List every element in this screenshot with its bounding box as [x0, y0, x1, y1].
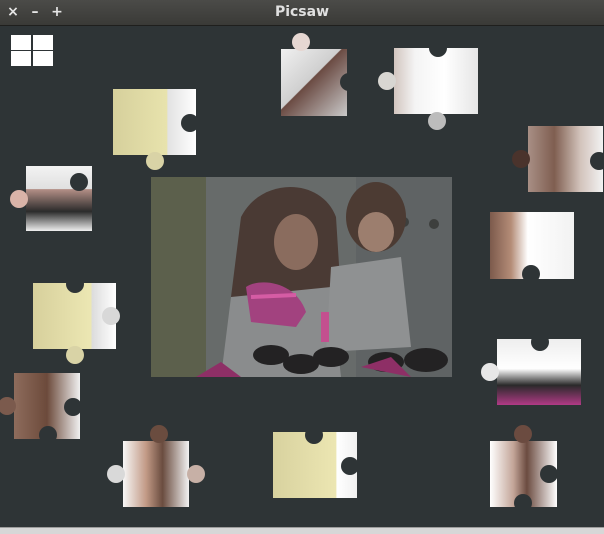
puzzle-piece-socket — [66, 275, 84, 293]
puzzle-piece-image — [123, 441, 189, 507]
puzzle-piece-tab — [66, 346, 84, 364]
puzzle-piece[interactable] — [33, 275, 120, 364]
puzzle-piece[interactable] — [10, 166, 92, 231]
puzzle-piece-socket — [429, 39, 447, 57]
puzzle-piece-socket — [181, 114, 199, 132]
puzzle-piece-socket — [540, 465, 558, 483]
puzzle-piece-tab — [481, 363, 499, 381]
puzzle-piece-tab — [10, 190, 28, 208]
board-image — [151, 177, 452, 377]
puzzle-piece[interactable] — [107, 425, 205, 507]
puzzle-piece-socket — [340, 73, 358, 91]
puzzle-piece-socket — [522, 265, 540, 283]
puzzle-piece-socket — [531, 333, 549, 351]
puzzle-piece-tab — [378, 72, 396, 90]
puzzle-piece-socket — [70, 173, 88, 191]
puzzle-piece-tab — [428, 112, 446, 130]
grid-icon[interactable] — [11, 35, 53, 66]
puzzle-piece-socket — [305, 426, 323, 444]
puzzle-piece[interactable] — [490, 212, 574, 283]
puzzle-piece[interactable] — [281, 33, 358, 116]
puzzle-piece-tab — [146, 152, 164, 170]
puzzle-piece-image — [281, 49, 347, 116]
puzzle-piece-socket — [514, 494, 532, 512]
puzzle-piece-tab — [292, 33, 310, 51]
titlebar: × – + Picsaw — [0, 0, 604, 26]
puzzle-piece[interactable] — [481, 333, 581, 405]
puzzle-board[interactable] — [151, 177, 452, 377]
puzzle-piece[interactable] — [273, 426, 359, 498]
puzzle-piece-tab — [187, 465, 205, 483]
puzzle-piece-socket — [39, 426, 57, 444]
window-title: Picsaw — [274, 4, 330, 20]
puzzle-piece-socket — [64, 398, 82, 416]
puzzle-piece-tab — [107, 465, 125, 483]
puzzle-piece-tab — [512, 150, 530, 168]
puzzle-piece-image — [394, 48, 478, 114]
puzzle-piece-tab — [514, 425, 532, 443]
puzzle-piece[interactable] — [378, 39, 478, 130]
puzzle-piece-tab — [102, 307, 120, 325]
puzzle-piece-socket — [341, 457, 359, 475]
puzzle-piece[interactable] — [0, 373, 82, 444]
puzzle-piece[interactable] — [490, 425, 558, 512]
puzzle-piece-socket — [590, 152, 604, 170]
puzzle-piece-tab — [150, 425, 168, 443]
puzzle-piece[interactable] — [113, 89, 199, 170]
picsaw-window: × – + Picsaw — [0, 0, 604, 534]
puzzle-piece[interactable] — [512, 126, 604, 192]
